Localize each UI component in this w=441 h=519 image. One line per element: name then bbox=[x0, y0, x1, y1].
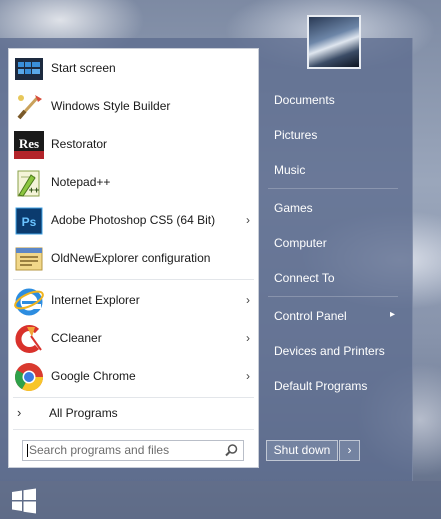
program-photoshop[interactable]: Ps Adobe Photoshop CS5 (64 Bit) › bbox=[9, 202, 258, 239]
restorator-icon: Res bbox=[14, 131, 44, 159]
right-divider bbox=[268, 296, 398, 297]
all-programs-button[interactable]: › All Programs bbox=[9, 401, 258, 425]
start-screen-icon bbox=[15, 58, 43, 80]
program-label: Notepad++ bbox=[51, 175, 111, 189]
explorer-config-icon bbox=[15, 247, 43, 271]
link-games[interactable]: Games bbox=[274, 200, 313, 216]
program-internet-explorer[interactable]: Internet Explorer › bbox=[9, 282, 258, 319]
submenu-arrow-icon[interactable]: › bbox=[246, 320, 250, 357]
taskbar bbox=[0, 481, 441, 519]
submenu-arrow-icon[interactable]: › bbox=[246, 202, 250, 239]
notepadpp-icon: ++ bbox=[17, 170, 40, 197]
program-restorator[interactable]: Res Restorator bbox=[9, 126, 258, 163]
link-default-programs[interactable]: Default Programs bbox=[274, 378, 367, 394]
program-label: Internet Explorer bbox=[51, 293, 140, 307]
link-computer[interactable]: Computer bbox=[274, 235, 327, 251]
all-programs-label: All Programs bbox=[49, 406, 118, 420]
program-label: Start screen bbox=[51, 61, 116, 75]
program-google-chrome[interactable]: Google Chrome › bbox=[9, 358, 258, 395]
search-placeholder: Search programs and files bbox=[29, 443, 170, 457]
shutdown-button[interactable]: Shut down bbox=[266, 440, 338, 461]
program-label: Windows Style Builder bbox=[51, 99, 171, 113]
all-programs-divider bbox=[13, 397, 254, 398]
windows-start-icon[interactable] bbox=[11, 488, 37, 514]
right-divider bbox=[268, 188, 398, 189]
search-input[interactable]: Search programs and files bbox=[22, 440, 244, 461]
program-label: Google Chrome bbox=[51, 369, 136, 383]
control-panel-arrow-icon[interactable]: ▸ bbox=[390, 307, 395, 323]
search-icon[interactable] bbox=[224, 443, 239, 458]
chrome-icon bbox=[15, 363, 43, 391]
link-music[interactable]: Music bbox=[274, 162, 305, 178]
link-devices-and-printers[interactable]: Devices and Printers bbox=[274, 343, 385, 359]
photoshop-icon-text: Ps bbox=[22, 215, 37, 229]
notepadpp-icon-text: ++ bbox=[29, 185, 40, 195]
chevron-right-icon: › bbox=[17, 405, 22, 420]
ccleaner-icon bbox=[15, 325, 42, 353]
link-pictures[interactable]: Pictures bbox=[274, 127, 317, 143]
programs-pane: Start screen Windows Style Builder Res R… bbox=[8, 48, 259, 468]
program-label: Restorator bbox=[51, 137, 108, 151]
link-connect-to[interactable]: Connect To bbox=[274, 270, 335, 286]
submenu-arrow-icon[interactable]: › bbox=[246, 358, 250, 395]
programs-divider bbox=[13, 279, 254, 280]
program-oldnewexplorer-configuration[interactable]: OldNewExplorer configuration bbox=[9, 240, 258, 277]
program-windows-style-builder[interactable]: Windows Style Builder bbox=[9, 88, 258, 125]
program-start-screen[interactable]: Start screen bbox=[9, 50, 258, 87]
shutdown-options-button[interactable]: › bbox=[339, 440, 360, 461]
search-divider bbox=[13, 429, 254, 430]
submenu-arrow-icon[interactable]: › bbox=[246, 282, 250, 319]
restorator-icon-text: Res bbox=[19, 136, 39, 151]
link-documents[interactable]: Documents bbox=[274, 92, 335, 108]
link-control-panel[interactable]: Control Panel bbox=[274, 308, 347, 324]
program-label: Adobe Photoshop CS5 (64 Bit) bbox=[51, 213, 216, 227]
photoshop-icon: Ps bbox=[15, 207, 43, 235]
user-avatar[interactable] bbox=[307, 15, 361, 69]
program-ccleaner[interactable]: CCleaner › bbox=[9, 320, 258, 357]
program-notepadpp[interactable]: ++ Notepad++ bbox=[9, 164, 258, 201]
program-label: OldNewExplorer configuration bbox=[51, 251, 211, 265]
program-label: CCleaner bbox=[51, 331, 102, 345]
internet-explorer-icon bbox=[14, 288, 44, 316]
brush-icon bbox=[17, 95, 42, 120]
text-caret bbox=[27, 444, 28, 457]
